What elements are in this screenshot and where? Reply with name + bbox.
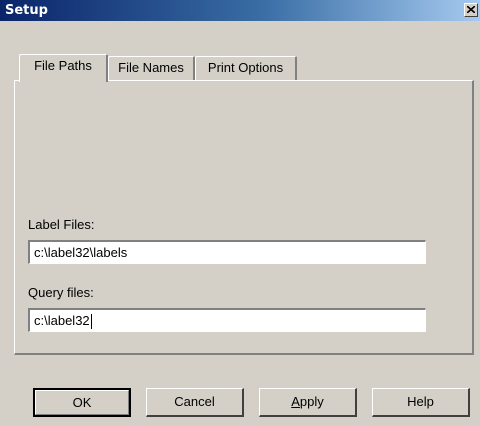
ok-label: OK [72,395,92,410]
apply-label: Apply [291,394,324,409]
label-files-value: c:\label32\labels [34,245,128,260]
tab-label: File Names [118,60,184,75]
help-button[interactable]: Help [372,388,470,417]
setup-dialog: Setup File Paths File Names Print Option… [0,0,480,426]
cancel-label: Cancel [174,394,215,409]
ok-button[interactable]: OK [33,388,131,417]
query-files-label: Query files: [28,285,94,300]
window-title: Setup [5,3,48,18]
tab-print-options[interactable]: Print Options [195,56,297,80]
apply-label-rest: pply [299,394,324,409]
title-bar[interactable]: Setup [0,0,480,21]
label-files-input[interactable]: c:\label32\labels [28,240,426,264]
query-files-input[interactable]: c:\label32 [28,308,426,332]
query-files-value: c:\label32 [34,313,90,328]
close-icon [467,6,475,13]
close-button[interactable] [464,3,478,17]
label-files-label: Label Files: [28,217,95,232]
apply-button[interactable]: Apply [259,388,357,417]
apply-mnemonic: A [291,394,300,409]
tab-label: File Paths [34,58,92,73]
tab-label: Print Options [207,60,284,75]
tab-file-names[interactable]: File Names [108,56,195,80]
tab-file-paths[interactable]: File Paths [19,54,108,82]
help-label: Help [407,394,434,409]
text-caret [90,314,92,330]
cancel-button[interactable]: Cancel [146,388,244,417]
